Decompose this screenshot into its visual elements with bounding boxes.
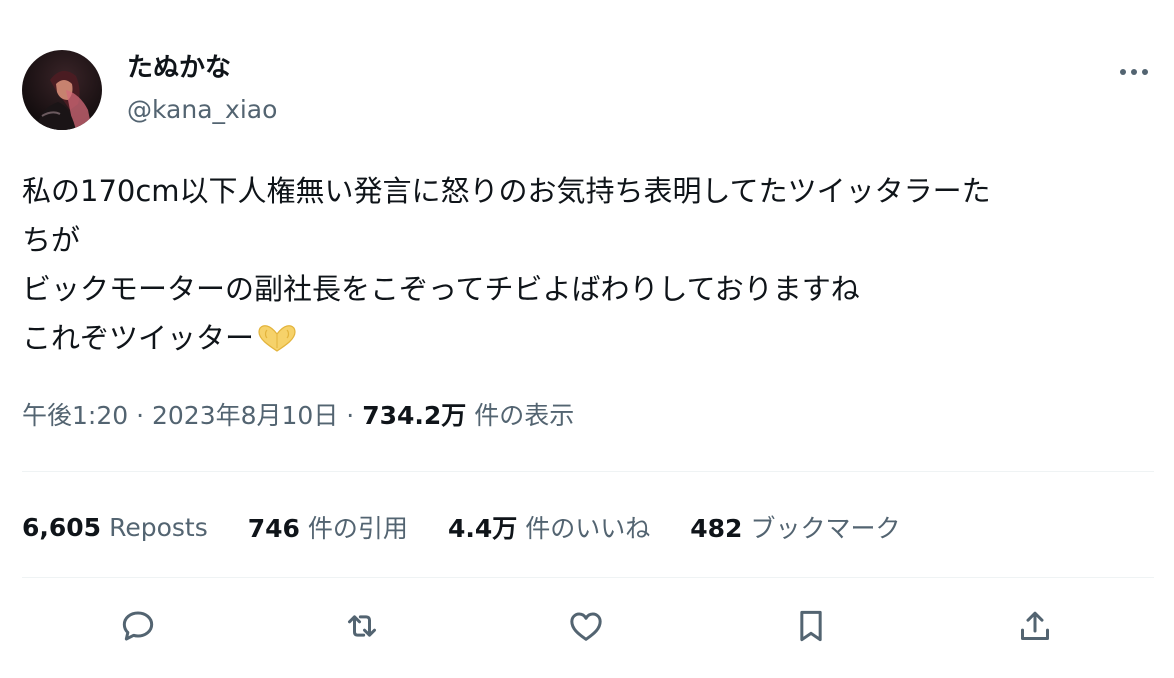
quotes-count: 746 bbox=[247, 514, 300, 543]
bookmarks-stat[interactable]: 482 ブックマーク bbox=[690, 509, 900, 545]
reposts-stat[interactable]: 6,605 Reposts bbox=[22, 513, 208, 542]
divider bbox=[22, 577, 1154, 578]
avatar[interactable] bbox=[22, 50, 102, 130]
tweet-line-last: これぞツイッター bbox=[22, 314, 1154, 363]
bookmarks-count: 482 bbox=[690, 514, 743, 543]
meta-separator: · bbox=[136, 401, 145, 430]
profile-photo-icon bbox=[22, 50, 102, 130]
share-button[interactable] bbox=[1012, 603, 1058, 649]
like-icon bbox=[570, 612, 602, 641]
likes-label: 件のいいね bbox=[525, 514, 651, 543]
tweet-date[interactable]: 2023年8月10日 bbox=[152, 401, 338, 430]
likes-count: 4.4万 bbox=[447, 514, 518, 543]
display-name[interactable]: たぬかな bbox=[127, 50, 231, 86]
quotes-stat[interactable]: 746 件の引用 bbox=[248, 509, 408, 545]
meta-separator: · bbox=[346, 401, 355, 430]
more-icon bbox=[1120, 69, 1148, 75]
tweet-line-text: これぞツイッター bbox=[22, 321, 255, 355]
views-label: 件の表示 bbox=[474, 401, 575, 430]
tweet-line: ビックモーターの副社長をこぞってチビよばわりしておりますね bbox=[22, 272, 860, 306]
reposts-count: 6,605 bbox=[22, 512, 102, 542]
user-handle[interactable]: @kana_xiao bbox=[127, 92, 277, 128]
likes-stat[interactable]: 4.4万 件のいいね bbox=[448, 509, 650, 545]
tweet-time[interactable]: 午後1:20 bbox=[22, 401, 128, 430]
reply-icon bbox=[122, 611, 154, 641]
repost-icon bbox=[348, 615, 376, 637]
repost-button[interactable] bbox=[339, 603, 385, 649]
like-button[interactable] bbox=[563, 603, 609, 649]
tweet-line: ちが bbox=[22, 223, 81, 257]
tweet-meta: 午後1:20 · 2023年8月10日 · 734.2万 件の表示 bbox=[22, 396, 574, 436]
heart-hands-emoji-icon bbox=[256, 319, 298, 352]
views-count: 734.2万 bbox=[362, 401, 467, 430]
bookmark-icon bbox=[800, 610, 822, 642]
share-icon bbox=[1021, 611, 1049, 640]
bookmarks-label: ブックマーク bbox=[750, 514, 901, 543]
reply-button[interactable] bbox=[115, 603, 161, 649]
divider bbox=[22, 471, 1154, 472]
quotes-label: 件の引用 bbox=[307, 514, 408, 543]
tweet-text: 私の170cm以下人権無い発言に怒りのお気持ち表明してたツイッタラーた ちが ビ… bbox=[22, 167, 1154, 363]
tweet-line: 私の170cm以下人権無い発言に怒りのお気持ち表明してたツイッタラーた bbox=[22, 174, 991, 208]
more-options-button[interactable] bbox=[1112, 56, 1156, 88]
reposts-label: Reposts bbox=[109, 512, 208, 542]
tweet-stats: 6,605 Reposts 746 件の引用 4.4万 件のいいね 482 ブッ… bbox=[22, 505, 940, 549]
bookmark-button[interactable] bbox=[788, 603, 834, 649]
